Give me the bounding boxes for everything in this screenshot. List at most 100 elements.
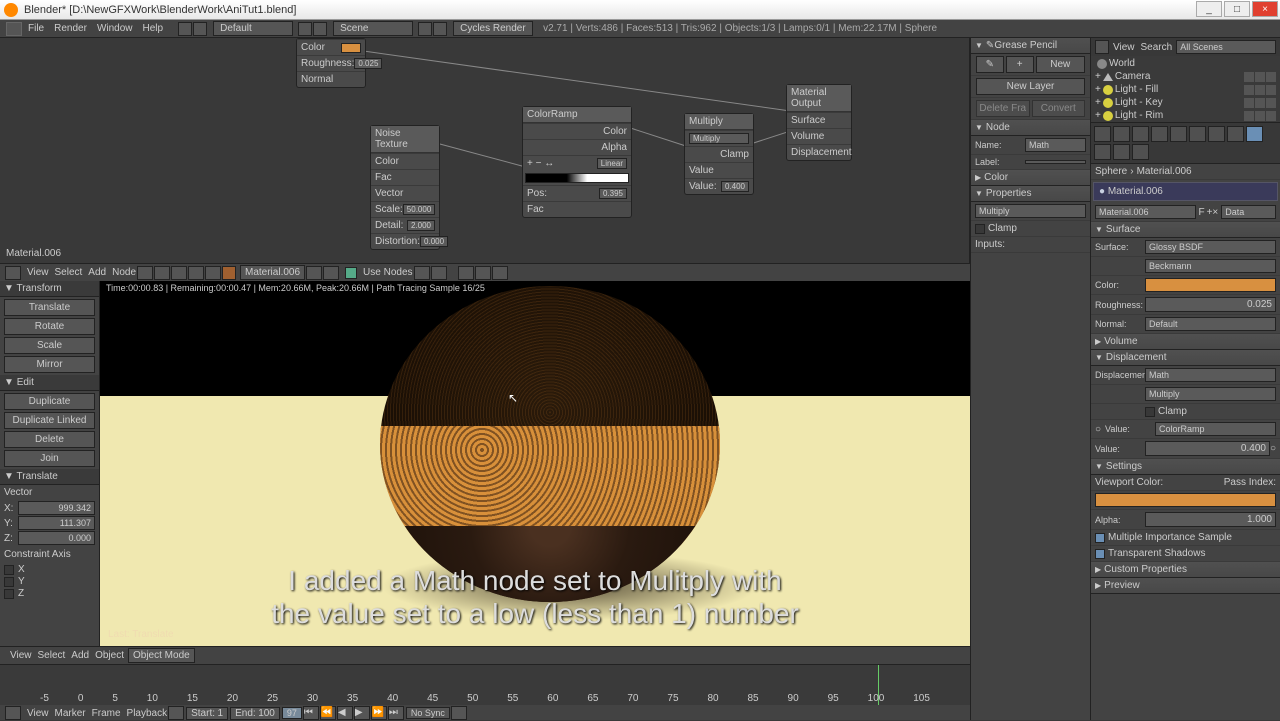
distortion-field[interactable]: 0.000 bbox=[420, 236, 448, 247]
constraint-z-checkbox[interactable] bbox=[4, 589, 14, 599]
tab-constraints[interactable] bbox=[1189, 126, 1206, 142]
tab-particles[interactable] bbox=[1113, 144, 1130, 160]
node-math-multiply[interactable]: Multiply Multiply Clamp Value Value:0.40… bbox=[684, 113, 754, 195]
menu-select[interactable]: Select bbox=[55, 267, 83, 278]
normal-dropdown[interactable]: Default bbox=[1145, 317, 1276, 331]
select-toggle[interactable] bbox=[1255, 111, 1265, 121]
data-dropdown[interactable]: Data bbox=[1221, 205, 1276, 219]
auto-render-button[interactable] bbox=[492, 266, 508, 280]
outliner-type-icon[interactable] bbox=[1095, 40, 1109, 54]
gp-add-button[interactable]: + bbox=[1006, 56, 1034, 73]
mis-checkbox[interactable] bbox=[1095, 533, 1105, 543]
menu-help[interactable]: Help bbox=[143, 23, 164, 34]
transparent-shadows-checkbox[interactable] bbox=[1095, 549, 1105, 559]
outliner-filter-dropdown[interactable]: All Scenes bbox=[1176, 40, 1276, 54]
menu-render[interactable]: Render bbox=[54, 23, 87, 34]
roughness-slider[interactable]: 0.025 bbox=[1145, 297, 1276, 312]
material-icon[interactable] bbox=[222, 266, 236, 280]
layout-add-button[interactable] bbox=[298, 22, 312, 36]
scene-del-button[interactable] bbox=[433, 22, 447, 36]
visibility-toggle[interactable] bbox=[1244, 85, 1254, 95]
y-field[interactable]: 111.307 bbox=[18, 516, 95, 530]
properties-panel-header[interactable]: ▼Properties bbox=[971, 186, 1090, 202]
node-glossy[interactable]: Color Roughness:0.025 Normal bbox=[296, 38, 366, 88]
value-field[interactable]: 0.400 bbox=[721, 181, 749, 192]
minimize-button[interactable]: _ bbox=[1196, 1, 1222, 17]
material-name-field[interactable]: Material.006 bbox=[1095, 205, 1196, 219]
jump-first-button[interactable]: ⏮ bbox=[303, 706, 319, 720]
jump-last-button[interactable]: ⏭ bbox=[388, 706, 404, 720]
duplicate-button[interactable]: Duplicate bbox=[4, 393, 95, 410]
current-frame-field[interactable]: 97 bbox=[282, 707, 302, 719]
start-frame-field[interactable]: Start: 1 bbox=[186, 707, 228, 720]
snap-button[interactable] bbox=[431, 266, 447, 280]
select-toggle[interactable] bbox=[1255, 72, 1265, 82]
record-button[interactable] bbox=[451, 706, 467, 720]
tab-data[interactable] bbox=[1227, 126, 1244, 142]
render-toggle[interactable] bbox=[1266, 85, 1276, 95]
new-material-button[interactable] bbox=[306, 266, 322, 280]
tab-modifiers[interactable] bbox=[1208, 126, 1225, 142]
material-dropdown[interactable]: Material.006 bbox=[240, 265, 305, 280]
screen-layout-dropdown[interactable]: Default bbox=[213, 21, 293, 36]
menu-view[interactable]: View bbox=[27, 708, 49, 719]
tab-render-layers[interactable] bbox=[1113, 126, 1130, 142]
select-toggle[interactable] bbox=[1255, 85, 1265, 95]
breadcrumb-material[interactable]: Material.006 bbox=[1137, 166, 1192, 177]
node-panel-header[interactable]: ▼Node bbox=[971, 120, 1090, 136]
alpha-slider[interactable]: 1.000 bbox=[1145, 512, 1276, 527]
rotate-button[interactable]: Rotate bbox=[4, 318, 95, 335]
menu-file[interactable]: File bbox=[28, 23, 44, 34]
menu-view[interactable]: View bbox=[27, 267, 49, 278]
scale-field[interactable]: 50.000 bbox=[403, 204, 435, 215]
color-swatch[interactable] bbox=[341, 43, 361, 53]
menu-add[interactable]: Add bbox=[71, 650, 89, 661]
join-button[interactable]: Join bbox=[4, 450, 95, 467]
visibility-toggle[interactable] bbox=[1244, 72, 1254, 82]
value-link[interactable]: ColorRamp bbox=[1155, 422, 1276, 436]
outliner-item-light-rim[interactable]: + Light - Rim bbox=[1091, 109, 1280, 122]
node-noise-texture[interactable]: Noise Texture Color Fac Vector Scale:50.… bbox=[370, 125, 440, 250]
layout-del-button[interactable] bbox=[313, 22, 327, 36]
close-button[interactable]: × bbox=[1252, 1, 1278, 17]
pin-button[interactable] bbox=[188, 266, 204, 280]
disp-op-dropdown[interactable]: Multiply bbox=[1145, 387, 1276, 401]
layout-prev-button[interactable] bbox=[178, 22, 192, 36]
disp-clamp-checkbox[interactable] bbox=[1145, 407, 1155, 417]
menu-frame[interactable]: Frame bbox=[92, 708, 121, 719]
render-toggle[interactable] bbox=[1266, 98, 1276, 108]
menu-marker[interactable]: Marker bbox=[55, 708, 86, 719]
z-field[interactable]: 0.000 bbox=[18, 531, 95, 545]
settings-panel-header[interactable]: ▼Settings bbox=[1091, 459, 1280, 475]
viewport-color-picker[interactable] bbox=[1095, 493, 1276, 507]
node-label-field[interactable] bbox=[1025, 160, 1086, 164]
visibility-toggle[interactable] bbox=[1244, 98, 1254, 108]
gp-toggle-button[interactable]: ✎ bbox=[976, 56, 1004, 73]
custom-props-header[interactable]: ▶Custom Properties bbox=[1091, 562, 1280, 578]
shader-type-button[interactable] bbox=[137, 266, 153, 280]
menu-add[interactable]: Add bbox=[88, 267, 106, 278]
sync-dropdown[interactable]: No Sync bbox=[406, 707, 450, 719]
operation-dropdown[interactable]: Multiply bbox=[689, 133, 749, 144]
shader-type-button[interactable] bbox=[171, 266, 187, 280]
shader-type-button[interactable] bbox=[154, 266, 170, 280]
use-nodes-checkbox[interactable] bbox=[345, 267, 357, 279]
translate-button[interactable]: Translate bbox=[4, 299, 95, 316]
maximize-button[interactable]: □ bbox=[1224, 1, 1250, 17]
scale-button[interactable]: Scale bbox=[4, 337, 95, 354]
edit-panel-header[interactable]: ▼ Edit bbox=[0, 375, 99, 391]
translate-panel-header[interactable]: ▼ Translate bbox=[0, 469, 99, 485]
del-material-button[interactable] bbox=[323, 266, 339, 280]
outliner-item-camera[interactable]: + Camera bbox=[1091, 70, 1280, 83]
node-material-output[interactable]: Material Output Surface Volume Displacem… bbox=[786, 84, 852, 161]
menu-playback[interactable]: Playback bbox=[127, 708, 168, 719]
distribution-dropdown[interactable]: Beckmann bbox=[1145, 259, 1276, 273]
clamp-checkbox[interactable] bbox=[975, 224, 985, 234]
outliner-item-light-fill[interactable]: + Light - Fill bbox=[1091, 83, 1280, 96]
delete-button[interactable]: Delete bbox=[4, 431, 95, 448]
copy-button[interactable] bbox=[458, 266, 474, 280]
mode-dropdown[interactable]: Object Mode bbox=[128, 648, 195, 663]
gp-delframe-button[interactable]: Delete Fra bbox=[976, 100, 1030, 117]
duplicate-linked-button[interactable]: Duplicate Linked bbox=[4, 412, 95, 429]
breadcrumb-sphere[interactable]: Sphere bbox=[1095, 166, 1127, 177]
